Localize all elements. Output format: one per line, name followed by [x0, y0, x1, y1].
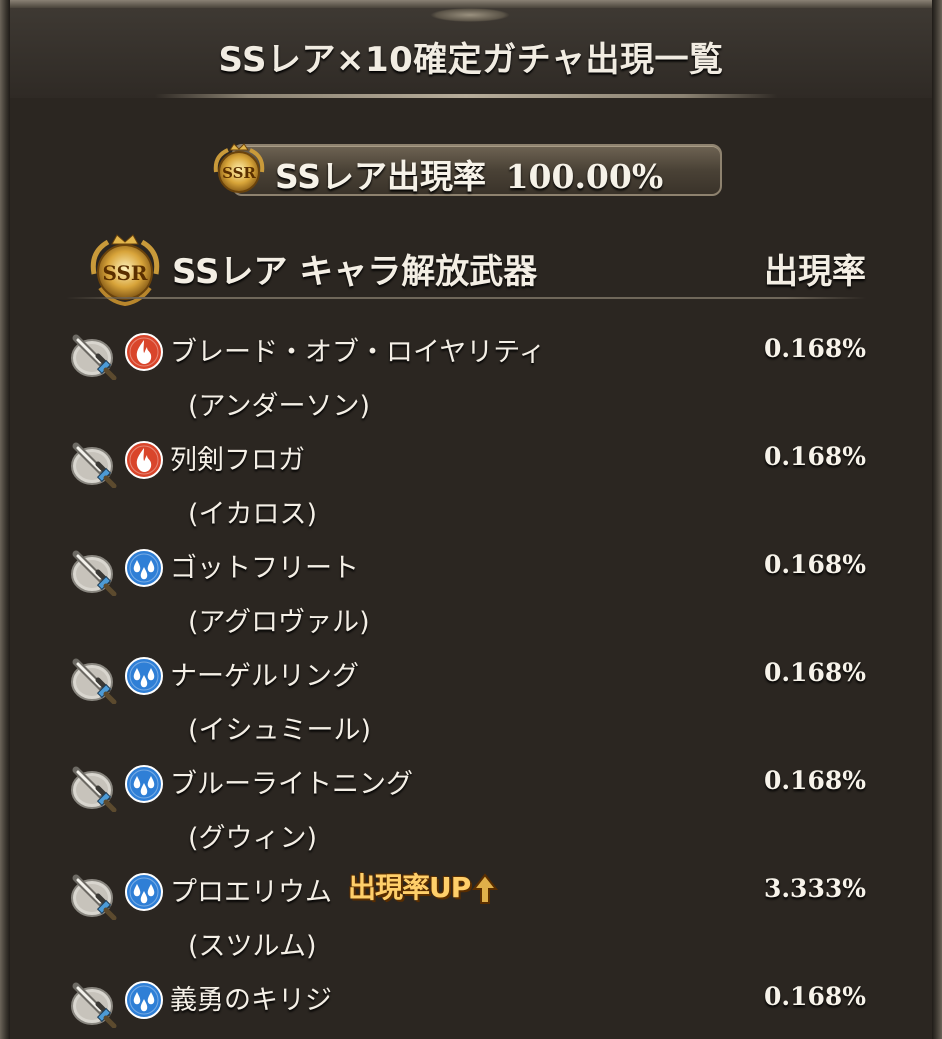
- page-title: SSレア×10確定ガチャ出現一覧: [218, 40, 724, 80]
- ssr-section-badge-text: SSR: [102, 261, 147, 285]
- rate-up-label: 出現率UP: [348, 871, 471, 904]
- character-name: (アグロヴァル): [188, 607, 370, 638]
- sword-icon: [71, 766, 117, 812]
- window-top-border: [0, 0, 942, 8]
- appearance-rate: 0.168%: [763, 550, 866, 579]
- character-name: (スツルム): [188, 931, 317, 962]
- weapon-name: 列剣フロガ: [170, 445, 305, 476]
- fire-element-icon: [125, 441, 163, 479]
- section-title: SSレア キャラ解放武器: [172, 252, 538, 292]
- sword-icon: [71, 334, 117, 380]
- sword-icon: [71, 658, 117, 704]
- gacha-rate-window: SSレア×10確定ガチャ出現一覧 SSR SSレア出現率 100.00% SSR…: [0, 0, 942, 1039]
- appearance-rate: 3.333%: [763, 874, 866, 903]
- water-element-icon: [125, 981, 163, 1019]
- ssr-rate-label: SSレア出現率: [275, 157, 487, 196]
- appearance-rate: 0.168%: [763, 658, 866, 687]
- up-arrow-icon: [472, 873, 499, 904]
- water-element-icon: [125, 657, 163, 695]
- weapon-name: 義勇のキリジ: [170, 985, 332, 1016]
- title-ornament-top: [430, 8, 510, 22]
- sword-icon: [71, 550, 117, 596]
- list-item: ブルーライトニング (グウィン) 0.168%: [0, 754, 942, 862]
- sword-icon: [71, 442, 117, 488]
- list-item: 列剣フロガ (イカロス) 0.168%: [0, 430, 942, 538]
- water-element-icon: [125, 549, 163, 587]
- list-item: ゴットフリート (アグロヴァル) 0.168%: [0, 538, 942, 646]
- water-element-icon: [125, 765, 163, 803]
- character-name: (イシュミール): [188, 715, 372, 746]
- list-item: ナーゲルリング (イシュミール) 0.168%: [0, 646, 942, 754]
- ssr-rate-value: 100.00%: [505, 157, 664, 196]
- weapon-name: ブルーライトニング: [170, 769, 413, 800]
- water-element-icon: [125, 873, 163, 911]
- appearance-rate: 0.168%: [763, 766, 866, 795]
- ssr-rate-text: SSレア出現率 100.00%: [275, 150, 663, 198]
- weapon-name: ブレード・オブ・ロイヤリティ: [170, 337, 546, 368]
- weapon-name: ゴットフリート: [170, 553, 359, 584]
- appearance-rate: 0.168%: [763, 982, 866, 1011]
- weapon-name: プロエリウム: [170, 877, 332, 908]
- sword-icon: [71, 874, 117, 920]
- ssr-badge-text: SSR: [222, 164, 256, 182]
- character-name: (グウィン): [188, 823, 318, 854]
- ssr-badge-icon: SSR: [213, 143, 265, 193]
- character-name: (アンダーソン): [188, 391, 370, 422]
- rate-up-badge: 出現率UP: [348, 866, 499, 904]
- sword-icon: [71, 982, 117, 1028]
- character-name: (イカロス): [188, 499, 318, 530]
- list-item: 義勇のキリジ 0.168%: [0, 970, 942, 1039]
- title-ornament-line: [155, 94, 777, 98]
- list-item: ブレード・オブ・ロイヤリティ (アンダーソン) 0.168%: [0, 322, 942, 430]
- rate-column-header: 出現率: [764, 252, 866, 292]
- list-item: プロエリウム (スツルム) 3.333% 出現率UP: [0, 862, 942, 970]
- fire-element-icon: [125, 333, 163, 371]
- appearance-rate: 0.168%: [763, 334, 866, 363]
- appearance-rate: 0.168%: [763, 442, 866, 471]
- weapon-name: ナーゲルリング: [170, 661, 359, 692]
- section-divider: [66, 297, 866, 299]
